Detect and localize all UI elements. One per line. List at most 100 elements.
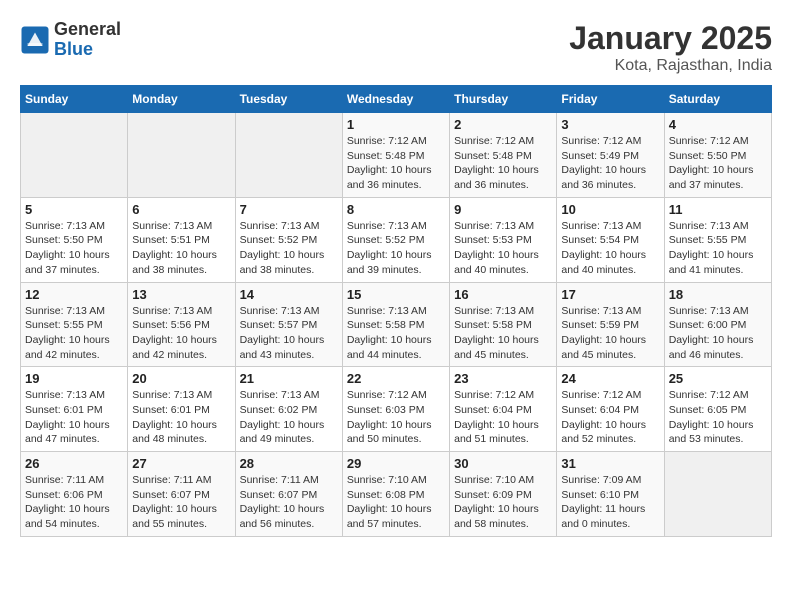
- calendar-cell: 18Sunrise: 7:13 AM Sunset: 6:00 PM Dayli…: [664, 282, 771, 367]
- calendar-body: 1 Sunrise: 7:12 AM Sunset: 5:48 PM Daylig…: [21, 113, 772, 537]
- day-number: 3: [561, 117, 659, 132]
- calendar-cell: 5 Sunrise: 7:13 AM Sunset: 5:50 PM Daylig…: [21, 197, 128, 282]
- calendar-title: January 2025: [569, 20, 772, 57]
- calendar-cell: [235, 113, 342, 198]
- weekday-header: Saturday: [664, 86, 771, 113]
- calendar-week-row: 5 Sunrise: 7:13 AM Sunset: 5:50 PM Daylig…: [21, 197, 772, 282]
- day-info: Sunrise: 7:12 AM Sunset: 6:03 PM Dayligh…: [347, 388, 445, 447]
- day-number: 17: [561, 287, 659, 302]
- day-info: Sunrise: 7:12 AM Sunset: 5:50 PM Dayligh…: [669, 134, 767, 193]
- day-number: 11: [669, 202, 767, 217]
- day-number: 15: [347, 287, 445, 302]
- calendar-cell: 6 Sunrise: 7:13 AM Sunset: 5:51 PM Daylig…: [128, 197, 235, 282]
- calendar-cell: 12 Sunrise: 7:13 AM Sunset: 5:55 PM Dayli…: [21, 282, 128, 367]
- day-number: 4: [669, 117, 767, 132]
- day-number: 22: [347, 371, 445, 386]
- logo-general: General: [54, 20, 121, 40]
- day-number: 7: [240, 202, 338, 217]
- day-info: Sunrise: 7:10 AM Sunset: 6:09 PM Dayligh…: [454, 473, 552, 532]
- day-number: 31: [561, 456, 659, 471]
- day-number: 2: [454, 117, 552, 132]
- day-number: 16: [454, 287, 552, 302]
- calendar-cell: 20 Sunrise: 7:13 AM Sunset: 6:01 PM Dayli…: [128, 367, 235, 452]
- day-info: Sunrise: 7:11 AM Sunset: 6:06 PM Dayligh…: [25, 473, 123, 532]
- calendar-cell: 29 Sunrise: 7:10 AM Sunset: 6:08 PM Dayli…: [342, 452, 449, 537]
- day-info: Sunrise: 7:13 AM Sunset: 5:52 PM Dayligh…: [240, 219, 338, 278]
- weekday-header: Friday: [557, 86, 664, 113]
- day-number: 1: [347, 117, 445, 132]
- day-number: 28: [240, 456, 338, 471]
- weekday-header: Wednesday: [342, 86, 449, 113]
- day-number: 26: [25, 456, 123, 471]
- calendar-table: SundayMondayTuesdayWednesdayThursdayFrid…: [20, 85, 772, 537]
- day-info: Sunrise: 7:13 AM Sunset: 5:59 PM Dayligh…: [561, 304, 659, 363]
- calendar-cell: 17 Sunrise: 7:13 AM Sunset: 5:59 PM Dayli…: [557, 282, 664, 367]
- calendar-cell: 7 Sunrise: 7:13 AM Sunset: 5:52 PM Daylig…: [235, 197, 342, 282]
- day-info: Sunrise: 7:12 AM Sunset: 5:48 PM Dayligh…: [347, 134, 445, 193]
- day-info: Sunrise: 7:13 AM Sunset: 5:57 PM Dayligh…: [240, 304, 338, 363]
- weekday-row: SundayMondayTuesdayWednesdayThursdayFrid…: [21, 86, 772, 113]
- day-info: Sunrise: 7:13 AM Sunset: 5:58 PM Dayligh…: [347, 304, 445, 363]
- calendar-cell: [128, 113, 235, 198]
- calendar-cell: [21, 113, 128, 198]
- calendar-week-row: 26 Sunrise: 7:11 AM Sunset: 6:06 PM Dayli…: [21, 452, 772, 537]
- day-info: Sunrise: 7:11 AM Sunset: 6:07 PM Dayligh…: [240, 473, 338, 532]
- day-info: Sunrise: 7:12 AM Sunset: 5:48 PM Dayligh…: [454, 134, 552, 193]
- day-info: Sunrise: 7:12 AM Sunset: 5:49 PM Dayligh…: [561, 134, 659, 193]
- day-number: 19: [25, 371, 123, 386]
- calendar-cell: 19Sunrise: 7:13 AM Sunset: 6:01 PM Dayli…: [21, 367, 128, 452]
- day-info: Sunrise: 7:13 AM Sunset: 6:01 PM Dayligh…: [132, 388, 230, 447]
- calendar-cell: 27 Sunrise: 7:11 AM Sunset: 6:07 PM Dayli…: [128, 452, 235, 537]
- day-info: Sunrise: 7:11 AM Sunset: 6:07 PM Dayligh…: [132, 473, 230, 532]
- day-number: 29: [347, 456, 445, 471]
- calendar-cell: 23Sunrise: 7:12 AM Sunset: 6:04 PM Dayli…: [450, 367, 557, 452]
- calendar-cell: 14 Sunrise: 7:13 AM Sunset: 5:57 PM Dayli…: [235, 282, 342, 367]
- calendar-cell: 15 Sunrise: 7:13 AM Sunset: 5:58 PM Dayli…: [342, 282, 449, 367]
- logo-blue: Blue: [54, 40, 121, 60]
- title-block: January 2025 Kota, Rajasthan, India: [569, 20, 772, 75]
- calendar-cell: 9Sunrise: 7:13 AM Sunset: 5:53 PM Daylig…: [450, 197, 557, 282]
- day-number: 9: [454, 202, 552, 217]
- calendar-cell: 30 Sunrise: 7:10 AM Sunset: 6:09 PM Dayli…: [450, 452, 557, 537]
- logo: General Blue: [20, 20, 121, 60]
- day-info: Sunrise: 7:09 AM Sunset: 6:10 PM Dayligh…: [561, 473, 659, 532]
- day-info: Sunrise: 7:13 AM Sunset: 5:50 PM Dayligh…: [25, 219, 123, 278]
- calendar-cell: 8 Sunrise: 7:13 AM Sunset: 5:52 PM Daylig…: [342, 197, 449, 282]
- day-info: Sunrise: 7:13 AM Sunset: 6:00 PM Dayligh…: [669, 304, 767, 363]
- day-number: 21: [240, 371, 338, 386]
- day-info: Sunrise: 7:13 AM Sunset: 6:02 PM Dayligh…: [240, 388, 338, 447]
- day-number: 6: [132, 202, 230, 217]
- day-number: 8: [347, 202, 445, 217]
- day-number: 13: [132, 287, 230, 302]
- day-info: Sunrise: 7:13 AM Sunset: 5:56 PM Dayligh…: [132, 304, 230, 363]
- day-number: 20: [132, 371, 230, 386]
- calendar-subtitle: Kota, Rajasthan, India: [569, 57, 772, 75]
- day-number: 14: [240, 287, 338, 302]
- calendar-cell: 3 Sunrise: 7:12 AM Sunset: 5:49 PM Daylig…: [557, 113, 664, 198]
- day-number: 27: [132, 456, 230, 471]
- calendar-cell: 22 Sunrise: 7:12 AM Sunset: 6:03 PM Dayli…: [342, 367, 449, 452]
- day-number: 5: [25, 202, 123, 217]
- calendar-cell: 16Sunrise: 7:13 AM Sunset: 5:58 PM Dayli…: [450, 282, 557, 367]
- calendar-cell: 1 Sunrise: 7:12 AM Sunset: 5:48 PM Daylig…: [342, 113, 449, 198]
- day-info: Sunrise: 7:13 AM Sunset: 5:54 PM Dayligh…: [561, 219, 659, 278]
- calendar-cell: 4 Sunrise: 7:12 AM Sunset: 5:50 PM Daylig…: [664, 113, 771, 198]
- calendar-cell: [664, 452, 771, 537]
- calendar-cell: 24Sunrise: 7:12 AM Sunset: 6:04 PM Dayli…: [557, 367, 664, 452]
- calendar-week-row: 12 Sunrise: 7:13 AM Sunset: 5:55 PM Dayli…: [21, 282, 772, 367]
- day-info: Sunrise: 7:13 AM Sunset: 5:55 PM Dayligh…: [25, 304, 123, 363]
- day-number: 30: [454, 456, 552, 471]
- day-info: Sunrise: 7:12 AM Sunset: 6:05 PM Dayligh…: [669, 388, 767, 447]
- calendar-cell: 10Sunrise: 7:13 AM Sunset: 5:54 PM Dayli…: [557, 197, 664, 282]
- day-info: Sunrise: 7:10 AM Sunset: 6:08 PM Dayligh…: [347, 473, 445, 532]
- day-info: Sunrise: 7:13 AM Sunset: 5:51 PM Dayligh…: [132, 219, 230, 278]
- logo-icon: [20, 25, 50, 55]
- day-number: 12: [25, 287, 123, 302]
- calendar-week-row: 19 Sunrise: 7:13 AM Sunset: 6:01 PM Dayli…: [21, 367, 772, 452]
- calendar-cell: 13 Sunrise: 7:13 AM Sunset: 5:56 PM Dayli…: [128, 282, 235, 367]
- calendar-cell: 26 Sunrise: 7:11 AM Sunset: 6:06 PM Dayli…: [21, 452, 128, 537]
- logo-text: General Blue: [54, 20, 121, 60]
- day-info: Sunrise: 7:13 AM Sunset: 5:52 PM Dayligh…: [347, 219, 445, 278]
- weekday-header: Thursday: [450, 86, 557, 113]
- calendar-cell: 28 Sunrise: 7:11 AM Sunset: 6:07 PM Dayli…: [235, 452, 342, 537]
